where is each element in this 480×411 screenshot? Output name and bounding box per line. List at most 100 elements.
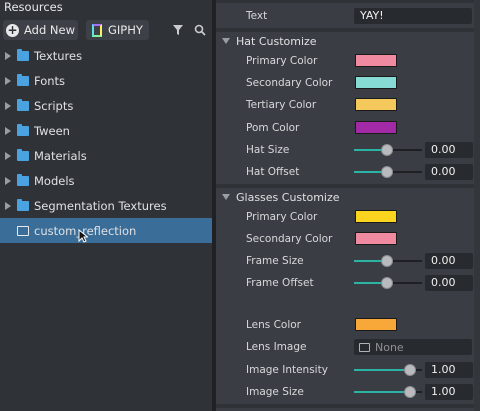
tree-item-models[interactable]: Models	[0, 168, 212, 193]
image-size-input[interactable]: 1.00	[425, 384, 473, 400]
color-swatch[interactable]	[355, 121, 397, 134]
filter-icon[interactable]	[172, 24, 184, 36]
slider-handle[interactable]	[404, 386, 416, 398]
color-swatch[interactable]	[355, 232, 397, 245]
property-label: Image Intensity	[246, 364, 328, 376]
hat-tertiary-color-property: Tertiary Color	[216, 94, 480, 116]
resources-panel: Resources + Add New GIPHY Textures Fonts	[0, 0, 212, 411]
resource-tree: Textures Fonts Scripts Tween Materials M…	[0, 43, 212, 243]
glasses-secondary-color-property: Secondary Color	[216, 228, 480, 250]
tree-item-materials[interactable]: Materials	[0, 143, 212, 168]
slider-handle[interactable]	[404, 364, 416, 376]
search-icon[interactable]	[194, 24, 206, 36]
hat-secondary-color-property: Secondary Color	[216, 72, 480, 94]
tree-item-tween[interactable]: Tween	[0, 118, 212, 143]
folder-icon	[17, 73, 29, 86]
color-swatch[interactable]	[355, 54, 397, 67]
folder-icon	[17, 173, 29, 186]
text-input[interactable]: YAY!	[354, 8, 472, 24]
frame-offset-property: Frame Offset 0.00	[216, 272, 480, 294]
text-property: Text YAY!	[216, 5, 480, 27]
tree-item-textures[interactable]: Textures	[0, 43, 212, 68]
folder-icon	[17, 198, 29, 211]
slider-handle[interactable]	[381, 166, 393, 178]
inspector-panel: Text YAY! Hat Customize Primary Color Se…	[216, 0, 480, 411]
tree-item-fonts[interactable]: Fonts	[0, 68, 212, 93]
expand-arrow-icon[interactable]	[5, 176, 11, 185]
section-title: Glasses Customize	[236, 190, 340, 204]
expand-arrow-icon[interactable]	[5, 151, 11, 160]
glasses-customize-section[interactable]: Glasses Customize	[216, 188, 480, 206]
slider-handle[interactable]	[381, 277, 393, 289]
hat-size-property: Hat Size 0.00	[216, 139, 480, 161]
folder-icon	[17, 48, 29, 61]
hat-size-slider[interactable]	[354, 144, 422, 156]
pom-color-property: Pom Color	[216, 117, 480, 139]
giphy-button[interactable]: GIPHY	[86, 20, 149, 40]
lens-image-picker[interactable]: None	[354, 339, 472, 355]
plus-icon: +	[6, 22, 19, 37]
color-swatch[interactable]	[355, 76, 397, 89]
giphy-logo-icon	[92, 23, 102, 37]
property-label: Pom Color	[246, 122, 300, 134]
frame-size-property: Frame Size 0.00	[216, 250, 480, 272]
resources-title: Resources	[4, 0, 63, 14]
hat-customize-section[interactable]: Hat Customize	[216, 32, 480, 50]
collapse-arrow-icon[interactable]	[222, 38, 230, 44]
hat-offset-slider[interactable]	[354, 166, 422, 178]
expand-arrow-icon[interactable]	[5, 101, 11, 110]
tree-item-label: Fonts	[34, 73, 66, 88]
property-label: Primary Color	[246, 211, 318, 223]
hat-size-input[interactable]: 0.00	[425, 142, 473, 158]
property-label: Frame Offset	[246, 277, 314, 289]
image-size-property: Image Size 1.00	[216, 381, 480, 403]
hat-offset-input[interactable]: 0.00	[425, 164, 473, 180]
color-swatch[interactable]	[355, 210, 397, 223]
expand-arrow-icon[interactable]	[5, 76, 11, 85]
hat-primary-color-property: Primary Color	[216, 50, 480, 72]
glasses-primary-color-property: Primary Color	[216, 206, 480, 228]
frame-offset-slider[interactable]	[354, 277, 422, 289]
tree-item-label: Scripts	[34, 98, 74, 113]
collapse-arrow-icon[interactable]	[222, 194, 230, 200]
giphy-label: GIPHY	[108, 23, 143, 37]
property-label: Secondary Color	[246, 77, 333, 89]
folder-icon	[17, 123, 29, 136]
hat-offset-property: Hat Offset 0.00	[216, 161, 480, 183]
image-size-slider[interactable]	[354, 386, 422, 398]
color-swatch[interactable]	[355, 98, 397, 111]
expand-arrow-icon[interactable]	[5, 201, 11, 210]
expand-arrow-icon[interactable]	[5, 51, 11, 60]
section-title: Hat Customize	[236, 34, 317, 48]
color-swatch[interactable]	[355, 318, 397, 331]
lens-image-value: None	[375, 340, 404, 354]
tree-item-segmentation-textures[interactable]: Segmentation Textures	[0, 193, 212, 218]
tree-item-label: Textures	[34, 48, 83, 63]
expand-arrow-icon[interactable]	[5, 126, 11, 135]
property-label: Primary Color	[246, 55, 318, 67]
image-intensity-input[interactable]: 1.00	[425, 362, 473, 378]
property-label: Image Size	[246, 386, 304, 398]
slider-fill	[354, 369, 410, 371]
add-new-button[interactable]: + Add New	[3, 20, 78, 40]
section-separator	[216, 0, 480, 3]
image-intensity-property: Image Intensity 1.00	[216, 359, 480, 381]
property-label: Tertiary Color	[246, 99, 317, 111]
tree-item-scripts[interactable]: Scripts	[0, 93, 212, 118]
image-intensity-slider[interactable]	[354, 364, 422, 376]
frame-size-input[interactable]: 0.00	[425, 253, 473, 269]
property-label: Hat Offset	[246, 166, 300, 178]
frame-size-slider[interactable]	[354, 255, 422, 267]
slider-handle[interactable]	[381, 144, 393, 156]
property-label: Frame Size	[246, 255, 304, 267]
slider-handle[interactable]	[381, 255, 393, 267]
property-label: Lens Color	[246, 319, 302, 331]
frame-offset-input[interactable]: 0.00	[425, 275, 473, 291]
lens-image-property: Lens Image None	[216, 336, 480, 358]
image-icon	[359, 342, 370, 352]
text-label: Text	[246, 10, 268, 22]
section-separator	[216, 404, 480, 408]
tree-item-label: Segmentation Textures	[34, 198, 167, 213]
inspector-scrollbar[interactable]	[474, 0, 480, 411]
tree-item-custom-reflection[interactable]: custom_reflection	[0, 218, 212, 243]
